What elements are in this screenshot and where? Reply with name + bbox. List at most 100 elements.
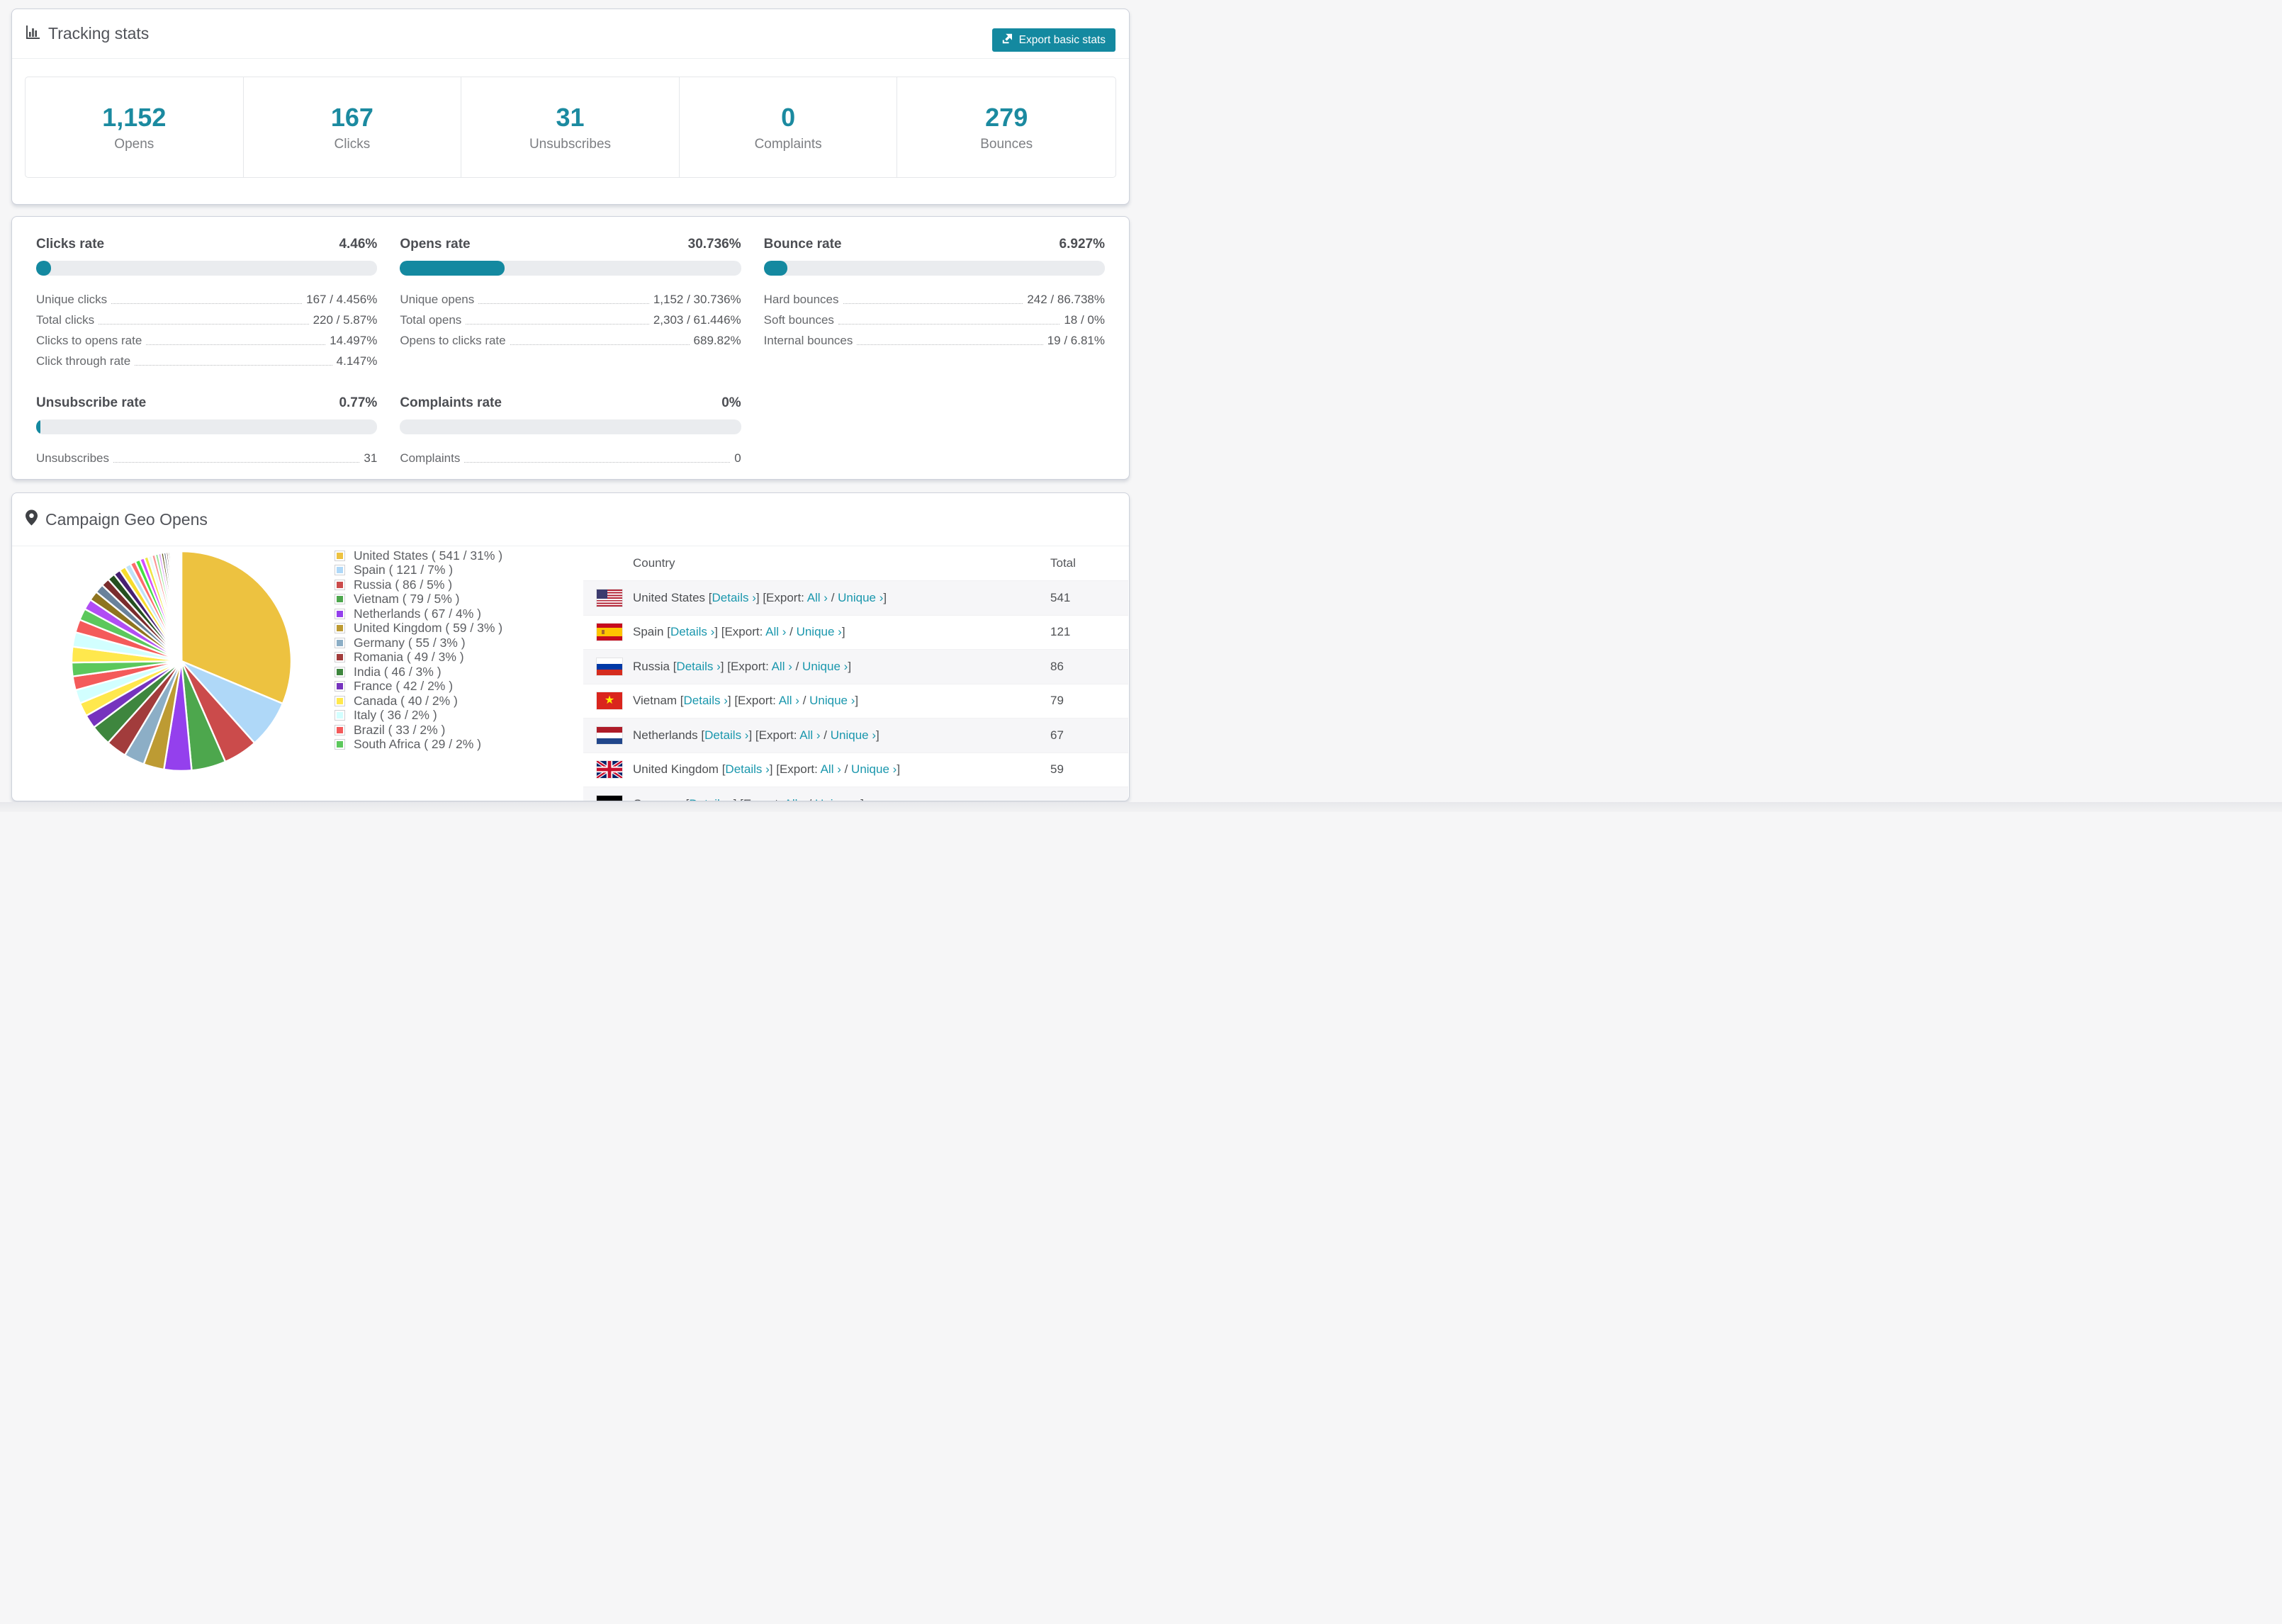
export-unique-link[interactable]: Unique › bbox=[797, 625, 842, 638]
total-cell: 541 bbox=[1050, 590, 1071, 604]
rate-row: Complaints 0 bbox=[400, 445, 741, 466]
country-column-header: Country bbox=[633, 556, 675, 570]
rate-row: Soft bounces 18 / 0% bbox=[764, 307, 1105, 327]
export-icon bbox=[1002, 33, 1013, 47]
rate-row-value: 1,152 / 30.736% bbox=[653, 293, 741, 306]
export-all-link[interactable]: All › bbox=[821, 762, 841, 776]
rate-row: Opens to clicks rate 689.82% bbox=[400, 327, 741, 348]
export-unique-link[interactable]: Unique › bbox=[809, 694, 855, 707]
rate-row: Unique opens 1,152 / 30.736% bbox=[400, 286, 741, 307]
export-unique-link[interactable]: Unique › bbox=[838, 591, 883, 604]
de-flag-icon bbox=[597, 795, 622, 801]
export-all-link[interactable]: All › bbox=[772, 660, 792, 673]
rate-row-value: 18 / 0% bbox=[1064, 313, 1105, 327]
details-link[interactable]: Details › bbox=[712, 591, 756, 604]
total-cell: 86 bbox=[1050, 659, 1064, 673]
rate-row: Unique clicks 167 / 4.456% bbox=[36, 286, 377, 307]
export-basic-stats-button[interactable]: Export basic stats bbox=[991, 28, 1115, 52]
stat-label: Opens bbox=[114, 136, 154, 152]
geo-title: Campaign Geo Opens bbox=[45, 509, 208, 529]
dotted-leader bbox=[843, 303, 1023, 304]
details-link[interactable]: Details › bbox=[670, 625, 714, 638]
legend-swatch bbox=[335, 608, 345, 619]
dotted-leader bbox=[99, 324, 309, 325]
export-unique-link[interactable]: Unique › bbox=[815, 797, 860, 801]
details-link[interactable]: Details › bbox=[725, 762, 769, 776]
country-name: Germany bbox=[633, 797, 682, 801]
rate-row-value: 19 / 6.81% bbox=[1047, 334, 1105, 347]
rate-section-head: Opens rate 30.736% bbox=[400, 237, 741, 252]
dotted-leader bbox=[113, 462, 360, 463]
export-all-link[interactable]: All › bbox=[765, 625, 786, 638]
country-name: United Kingdom bbox=[633, 762, 719, 777]
rate-row-label: Unsubscribes bbox=[36, 451, 109, 465]
page-title: Tracking stats bbox=[48, 24, 150, 43]
export-all-link[interactable]: All › bbox=[799, 728, 820, 742]
export-unique-link[interactable]: Unique › bbox=[831, 728, 876, 742]
rate-section-bounce-rate: Bounce rate 6.927% Hard bounces 242 / 86… bbox=[763, 237, 1105, 368]
rate-section-opens-rate: Opens rate 30.736% Unique opens 1,152 / … bbox=[400, 237, 741, 368]
legend-swatch bbox=[335, 594, 345, 605]
progress-fill bbox=[36, 261, 52, 276]
page-background-strip bbox=[0, 802, 2282, 812]
details-link[interactable]: Details › bbox=[684, 694, 728, 707]
legend-label: Brazil ( 33 / 2% ) bbox=[354, 722, 446, 737]
es-flag-icon bbox=[597, 624, 622, 641]
export-all-link[interactable]: All › bbox=[779, 694, 799, 707]
legend-label: Russia ( 86 / 5% ) bbox=[354, 577, 453, 592]
pie-legend: United States ( 541 / 31% ) Spain ( 121 /… bbox=[335, 548, 502, 752]
details-link[interactable]: Details › bbox=[676, 660, 720, 673]
export-unique-link[interactable]: Unique › bbox=[802, 660, 848, 673]
total-cell: 59 bbox=[1050, 762, 1064, 777]
summary-row: 1,152 Opens 167 Clicks 31 Unsubscribes 0 Compla… bbox=[25, 77, 1116, 178]
export-all-link[interactable]: All › bbox=[807, 591, 828, 604]
rate-row-label: Complaints bbox=[400, 451, 461, 465]
rate-row: Clicks to opens rate 14.497% bbox=[36, 327, 377, 348]
rate-section-value: 0.77% bbox=[339, 395, 378, 410]
export-unique-link[interactable]: Unique › bbox=[851, 762, 896, 776]
gb-flag-icon bbox=[597, 761, 622, 779]
summary-stat-opens: 1,152 Opens bbox=[26, 77, 244, 177]
stat-value: 1,152 bbox=[102, 102, 167, 132]
rate-section-title: Opens rate bbox=[400, 237, 471, 252]
country-cell: United States [Details ›] [Export: All ›… bbox=[633, 590, 887, 604]
geo-table-header: Country Total bbox=[583, 546, 1128, 580]
geo-opens-card: Campaign Geo Opens United States ( 541 /… bbox=[11, 492, 1130, 801]
rates-card: Clicks rate 4.46% Unique clicks 167 / 4.… bbox=[11, 216, 1130, 480]
rate-row-label: Opens to clicks rate bbox=[400, 334, 506, 347]
legend-swatch bbox=[335, 652, 345, 663]
rate-row-label: Total opens bbox=[400, 313, 462, 327]
country-cell: Netherlands [Details ›] [Export: All › /… bbox=[633, 728, 879, 742]
summary-stat-clicks: 167 Clicks bbox=[244, 77, 462, 177]
progress-bar bbox=[36, 261, 378, 276]
dotted-leader bbox=[838, 324, 1060, 325]
rate-row-value: 14.497% bbox=[330, 334, 378, 347]
table-row-de: Germany [Details ›] [Export: All › / Uni… bbox=[583, 786, 1128, 801]
legend-swatch bbox=[335, 623, 345, 634]
rate-row: Click through rate 4.147% bbox=[36, 348, 377, 368]
legend-swatch bbox=[335, 695, 345, 706]
details-link[interactable]: Details › bbox=[689, 797, 733, 801]
rate-row-value: 4.147% bbox=[336, 354, 378, 368]
export-all-link[interactable]: All › bbox=[785, 797, 805, 801]
rate-row-value: 242 / 86.738% bbox=[1027, 293, 1105, 306]
progress-fill bbox=[763, 261, 787, 276]
us-flag-icon bbox=[597, 589, 622, 607]
rate-section-value: 0% bbox=[721, 395, 741, 410]
legend-swatch bbox=[335, 710, 345, 721]
legend-label: United Kingdom ( 59 / 3% ) bbox=[354, 621, 503, 636]
legend-item: Russia ( 86 / 5% ) bbox=[335, 577, 502, 592]
rate-row-value: 31 bbox=[364, 451, 378, 465]
legend-swatch bbox=[335, 739, 345, 750]
total-cell: 67 bbox=[1050, 728, 1064, 742]
progress-bar bbox=[36, 419, 378, 434]
details-link[interactable]: Details › bbox=[704, 728, 748, 742]
dotted-leader bbox=[135, 365, 332, 366]
rate-section-value: 4.46% bbox=[339, 237, 378, 252]
legend-label: United States ( 541 / 31% ) bbox=[354, 548, 503, 563]
legend-label: South Africa ( 29 / 2% ) bbox=[354, 737, 481, 752]
country-name: Netherlands bbox=[633, 728, 698, 742]
dotted-leader bbox=[478, 303, 649, 304]
stat-value: 31 bbox=[556, 102, 585, 132]
country-name: Spain bbox=[633, 625, 664, 639]
